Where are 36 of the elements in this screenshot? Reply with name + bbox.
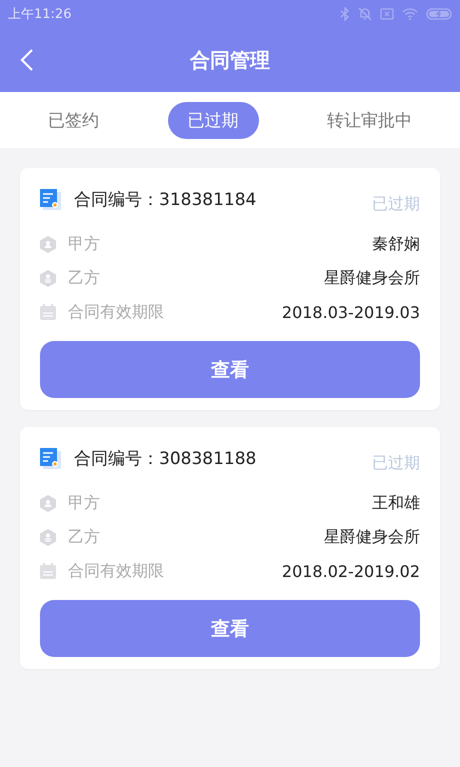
contract-number: 合同编号：318381184 [74, 189, 256, 211]
document-icon [40, 448, 62, 470]
person-icon [40, 270, 56, 286]
field-label: 甲方 [68, 234, 100, 254]
tab[interactable]: 已过期 [168, 102, 258, 138]
field-value: 2018.02-2019.02 [282, 562, 420, 580]
status-label: 已过期 [372, 194, 420, 215]
bluetooth-icon [340, 7, 350, 21]
person-icon [40, 494, 56, 512]
field-value: 2018.03-2019.03 [282, 302, 420, 322]
view-button[interactable]: 查看 [40, 341, 420, 398]
field-label: 合同有效期限 [68, 302, 164, 322]
field-label: 合同有效期限 [68, 560, 164, 582]
tab[interactable]: 转让审批中 [307, 102, 432, 138]
muted-bell-icon [358, 7, 372, 21]
field-value: 秦舒娴 [372, 234, 420, 254]
calendar-icon [40, 304, 56, 320]
document-icon [40, 188, 62, 210]
field-label: 乙方 [68, 526, 100, 548]
person-icon [40, 528, 56, 546]
status-time: 上午11:26 [8, 6, 72, 23]
battery-icon [426, 8, 452, 20]
back-icon[interactable] [20, 48, 34, 72]
field-value: 王和雄 [372, 492, 420, 514]
calendar-icon [40, 563, 56, 579]
contract-number: 合同编号：308381188 [74, 448, 256, 470]
tab[interactable]: 已签约 [28, 102, 119, 138]
status-label: 已过期 [372, 453, 420, 474]
person-icon [40, 236, 56, 252]
page-title: 合同管理 [190, 46, 270, 74]
field-label: 乙方 [68, 268, 100, 288]
field-value: 星爵健身会所 [324, 268, 420, 288]
wifi-icon [402, 8, 418, 20]
field-value: 星爵健身会所 [324, 526, 420, 548]
field-label: 甲方 [68, 492, 100, 514]
view-button[interactable]: 查看 [40, 600, 420, 657]
